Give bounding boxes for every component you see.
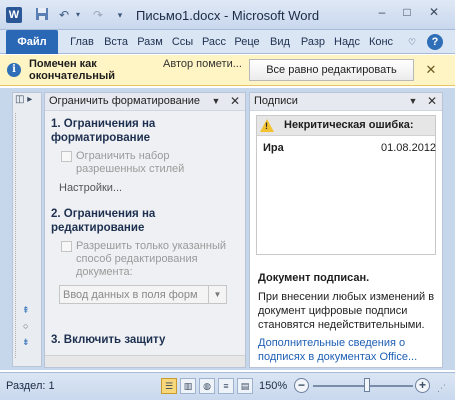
restrict-pane-header: Ограничить форматирование ▼ ✕: [45, 93, 245, 111]
print-layout-view-icon[interactable]: ☰: [161, 378, 177, 394]
zoom-in-button[interactable]: +: [415, 378, 430, 393]
close-icon[interactable]: ✕: [426, 94, 438, 108]
window-title: Письмо1.docx - Microsoft Word: [136, 8, 320, 23]
warning-mark: !: [265, 121, 268, 131]
minimize-button[interactable]: ‒: [371, 4, 393, 21]
title-bar: W ↶ ▾ ↷ ▾ Письмо1.docx - Microsoft Word …: [0, 0, 455, 30]
undo-dropdown-icon[interactable]: ▾: [70, 7, 86, 23]
allow-editing-checkbox[interactable]: [61, 241, 72, 252]
outline-view-icon[interactable]: ≡: [218, 378, 234, 394]
tab-review[interactable]: Реце: [232, 30, 262, 54]
draft-view-icon[interactable]: ▤: [237, 378, 253, 394]
tab-view[interactable]: Вид: [266, 30, 294, 54]
help-icon[interactable]: ?: [427, 34, 443, 50]
resize-grip-icon[interactable]: ⋰: [437, 383, 446, 394]
tab-file[interactable]: Файл: [6, 30, 58, 54]
signature-warning-text: Некритическая ошибка:: [284, 119, 414, 131]
tab-design[interactable]: Конс: [366, 30, 396, 54]
signature-description: При внесении любых изменений в документ …: [258, 291, 435, 331]
word-logo-icon[interactable]: W: [6, 7, 22, 23]
horizontal-scrollbar[interactable]: [45, 355, 245, 367]
message-bar-author: Автор помети...: [163, 58, 242, 70]
zoom-out-button[interactable]: −: [294, 378, 309, 393]
tab-mailings[interactable]: Расс: [200, 30, 228, 54]
close-window-button[interactable]: ✕: [423, 4, 445, 21]
zoom-slider-thumb[interactable]: [364, 378, 370, 392]
tab-references[interactable]: Ссы: [169, 30, 196, 54]
signature-date: 01.08.2012: [381, 142, 437, 154]
chevron-down-icon[interactable]: ▼: [211, 96, 221, 108]
section-protection-title: 3. Включить защиту: [51, 334, 166, 346]
message-bar: i Помечен как окончательный Автор помети…: [0, 55, 455, 86]
signatures-info-link[interactable]: Дополнительные сведения о подписях в док…: [258, 336, 440, 364]
status-bar: Раздел: 1 ☰ ▥ ◍ ≡ ▤ 150% − + ⋰: [0, 372, 455, 400]
signatures-pane-title: Подписи: [254, 95, 298, 107]
signature-list: ! Некритическая ошибка: Ира 01.08.2012: [256, 115, 436, 255]
message-bar-title: Помечен как окончательный: [29, 58, 116, 82]
navigation-strip: ◫ ▸ ⇞ ○ ⇟: [12, 92, 42, 367]
previous-page-icon[interactable]: ⇞: [22, 305, 30, 316]
save-icon[interactable]: [34, 7, 50, 23]
restrict-formatting-pane: Ограничить форматирование ▼ ✕ 1. Огранич…: [44, 92, 246, 368]
zoom-level[interactable]: 150%: [259, 380, 287, 392]
document-signed-title: Документ подписан.: [258, 272, 370, 284]
edit-anyway-button[interactable]: Все равно редактировать: [249, 59, 414, 81]
signatures-pane: Подписи ▼ ✕ ! Некритическая ошибка: Ира …: [249, 92, 443, 368]
tab-developer[interactable]: Разр: [298, 30, 328, 54]
close-icon[interactable]: ✕: [229, 94, 241, 108]
section-indicator[interactable]: Раздел: 1: [6, 380, 55, 392]
allow-editing-label: Разрешить только указанный способ редакт…: [76, 240, 226, 278]
editing-type-value: Ввод данных в поля форм: [63, 289, 198, 301]
restrict-pane-title: Ограничить форматирование: [49, 95, 201, 107]
limit-styles-checkbox[interactable]: [61, 151, 72, 162]
tab-addins[interactable]: Надс: [332, 30, 362, 54]
signer-name[interactable]: Ира: [263, 142, 284, 154]
close-message-bar-button[interactable]: ✕: [424, 61, 438, 79]
next-page-icon[interactable]: ⇟: [22, 337, 30, 348]
ribbon-tabs: Файл Глав Вста Разм Ссы Расс Реце Вид Ра…: [0, 30, 455, 54]
full-screen-reading-icon[interactable]: ▥: [180, 378, 196, 394]
signatures-pane-header: Подписи ▼ ✕: [250, 93, 442, 111]
tab-home[interactable]: Глав: [67, 30, 97, 54]
zoom-slider-track[interactable]: [313, 385, 413, 387]
chevron-down-icon[interactable]: ▾: [112, 7, 128, 23]
collapse-ribbon-icon[interactable]: ♡: [405, 30, 419, 54]
tab-insert[interactable]: Вста: [101, 30, 131, 54]
info-icon: i: [7, 63, 21, 77]
pane-toggle-icon[interactable]: ◫ ▸: [15, 94, 39, 110]
signature-warning-row[interactable]: ! Некритическая ошибка:: [257, 116, 435, 136]
chevron-down-icon[interactable]: ▼: [208, 286, 226, 303]
tab-layout[interactable]: Разм: [135, 30, 165, 54]
limit-styles-label: Ограничить набор разрешенных стилей: [76, 150, 185, 175]
select-browse-object-icon[interactable]: ○: [23, 321, 28, 331]
settings-link[interactable]: Настройки...: [59, 182, 122, 194]
section-editing-title: 2. Ограничения на редактирование: [51, 208, 156, 234]
chevron-down-icon[interactable]: ▼: [408, 96, 418, 108]
maximize-button[interactable]: □: [396, 4, 418, 21]
editing-type-select[interactable]: Ввод данных в поля форм ▼: [59, 285, 227, 304]
redo-icon[interactable]: ↷: [90, 7, 106, 23]
section-formatting-title: 1. Ограничения на форматирование: [51, 118, 156, 144]
web-layout-view-icon[interactable]: ◍: [199, 378, 215, 394]
